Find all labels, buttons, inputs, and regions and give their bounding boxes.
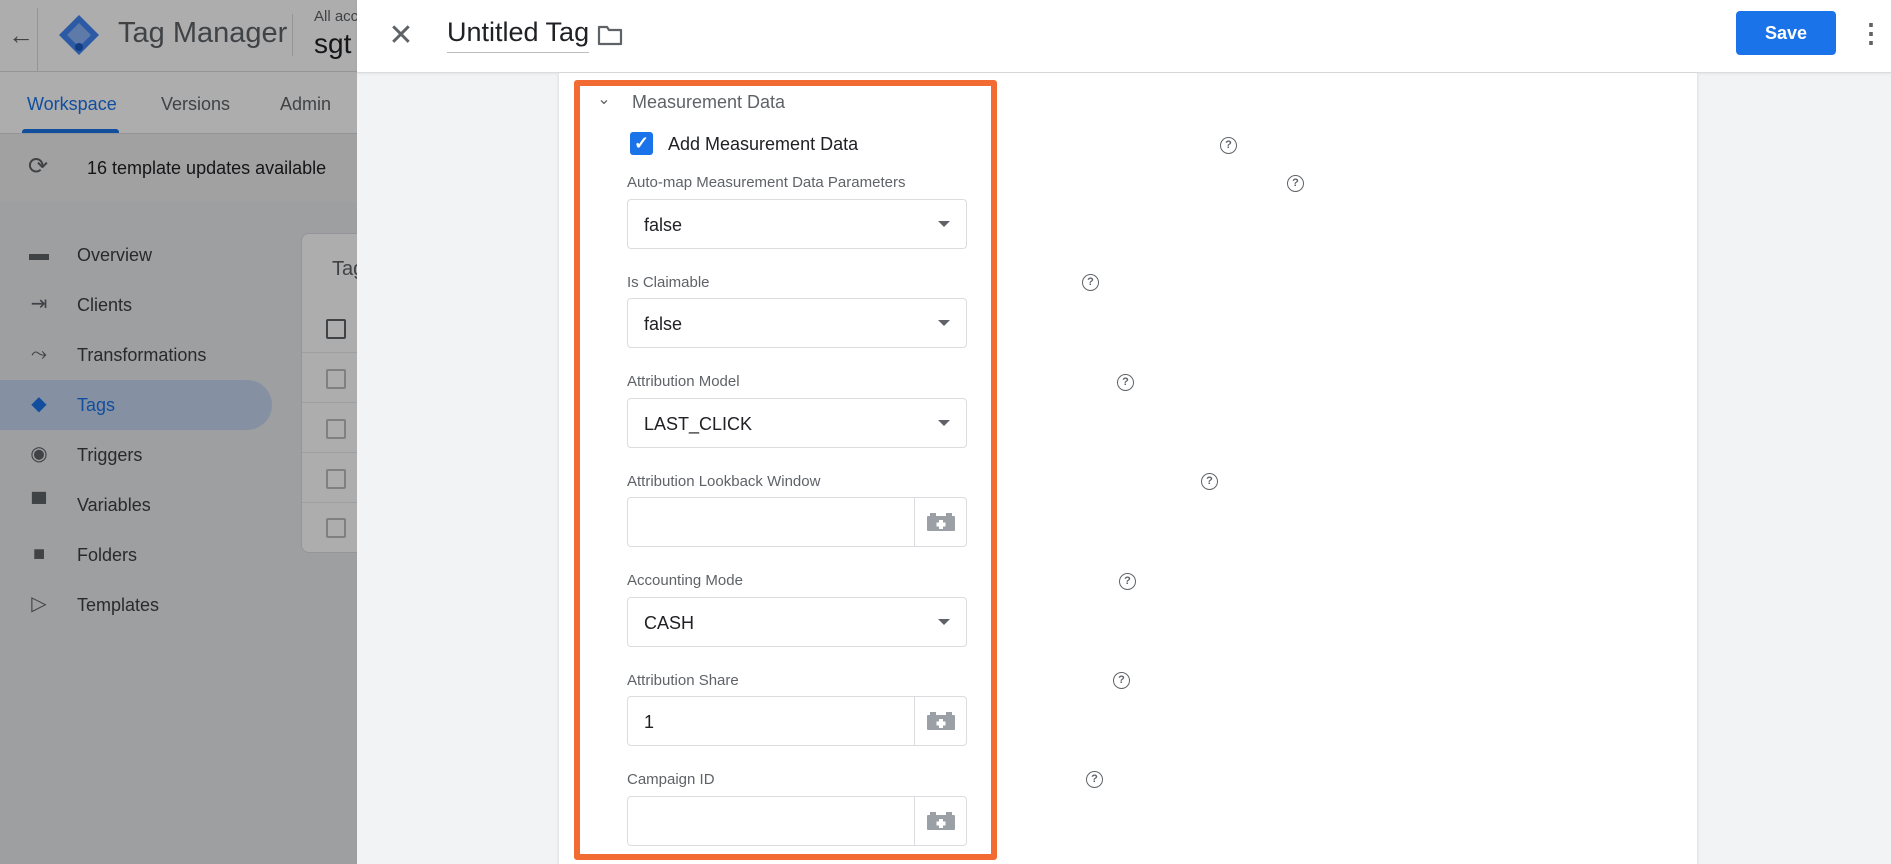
dropdown-arrow-icon bbox=[938, 420, 950, 426]
select-value: false bbox=[644, 215, 683, 235]
select-value: false bbox=[644, 314, 683, 334]
field-label: Attribution Share bbox=[627, 672, 739, 689]
sheet-header: ✕ Untitled Tag Save ⋮ bbox=[357, 0, 1891, 73]
field-label: Campaign ID bbox=[627, 771, 715, 788]
folder-icon[interactable] bbox=[597, 24, 623, 46]
tag-editor-sheet: ✕ Untitled Tag Save ⋮ ⌄ Measurement Data… bbox=[357, 0, 1891, 864]
save-button[interactable]: Save bbox=[1736, 11, 1836, 55]
variable-picker-button[interactable] bbox=[914, 697, 966, 745]
section-title[interactable]: Measurement Data bbox=[632, 92, 785, 113]
checkbox-label[interactable]: Add Measurement Data bbox=[668, 134, 858, 155]
help-icon[interactable]: ? bbox=[1287, 175, 1304, 192]
field-label: Accounting Mode bbox=[627, 572, 743, 589]
dropdown-arrow-icon bbox=[938, 619, 950, 625]
campaign-id-input[interactable] bbox=[627, 796, 967, 846]
automap-select[interactable]: false bbox=[627, 199, 967, 249]
attribution-share-input[interactable]: 1 bbox=[627, 696, 967, 746]
help-icon[interactable]: ? bbox=[1220, 137, 1237, 154]
accounting-mode-select[interactable]: CASH bbox=[627, 597, 967, 647]
help-icon[interactable]: ? bbox=[1117, 374, 1134, 391]
select-value: LAST_CLICK bbox=[644, 414, 753, 434]
tag-name-field[interactable]: Untitled Tag bbox=[447, 17, 590, 53]
variable-picker-button[interactable] bbox=[914, 797, 966, 845]
help-icon[interactable]: ? bbox=[1086, 771, 1103, 788]
add-variable-icon bbox=[927, 712, 955, 730]
add-variable-icon bbox=[927, 513, 955, 531]
help-icon[interactable]: ? bbox=[1201, 473, 1218, 490]
variable-picker-button[interactable] bbox=[914, 498, 966, 546]
dropdown-arrow-icon bbox=[938, 320, 950, 326]
help-icon[interactable]: ? bbox=[1119, 573, 1136, 590]
field-label: Is Claimable bbox=[627, 274, 710, 291]
chevron-down-icon[interactable]: ⌄ bbox=[594, 90, 614, 110]
field-label: Attribution Model bbox=[627, 373, 740, 390]
claimable-select[interactable]: false bbox=[627, 298, 967, 348]
help-icon[interactable]: ? bbox=[1082, 274, 1099, 291]
select-value: CASH bbox=[644, 613, 695, 633]
add-variable-icon bbox=[927, 812, 955, 830]
close-icon[interactable]: ✕ bbox=[383, 18, 419, 54]
help-icon[interactable]: ? bbox=[1113, 672, 1130, 689]
field-label: Attribution Lookback Window bbox=[627, 473, 821, 490]
input-value: 1 bbox=[644, 712, 655, 732]
lookback-window-input[interactable] bbox=[627, 497, 967, 547]
dropdown-arrow-icon bbox=[938, 221, 950, 227]
add-measurement-checkbox[interactable]: ✓ bbox=[630, 132, 653, 155]
field-label: Auto-map Measurement Data Parameters bbox=[627, 174, 906, 191]
attribution-model-select[interactable]: LAST_CLICK bbox=[627, 398, 967, 448]
more-vert-icon[interactable]: ⋮ bbox=[1858, 16, 1884, 50]
